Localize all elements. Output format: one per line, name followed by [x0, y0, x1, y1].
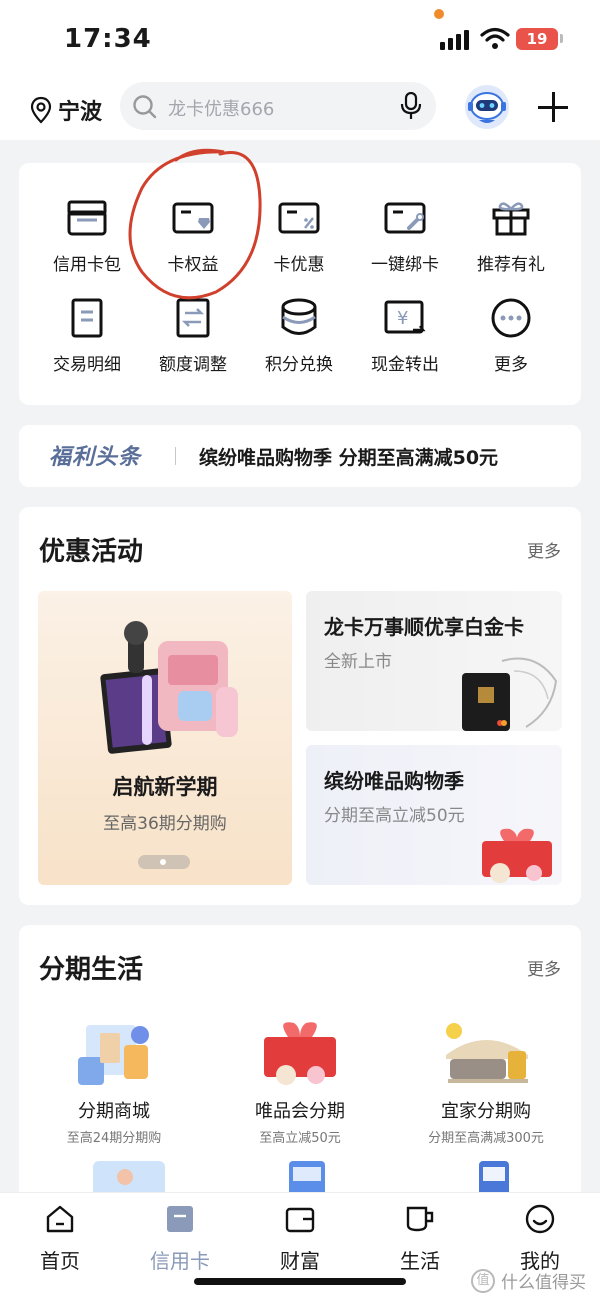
next-row-illustration: [479, 1161, 509, 1197]
more-icon: [491, 298, 531, 338]
promo-main-subtitle: 至高36期分期购: [103, 814, 227, 834]
mall-illustration: [78, 1025, 149, 1085]
promo-side-title-2: 缤纷唯品购物季: [324, 769, 464, 793]
card-bind-icon: [384, 202, 426, 234]
installment-item-sub: 分期至高满减300元: [428, 1131, 544, 1146]
installment-item-name: 分期商城: [78, 1101, 150, 1122]
city-label: 宁波: [58, 100, 103, 125]
grid-item-points[interactable]: 积分兑换: [246, 296, 352, 375]
promotions-more-link[interactable]: 更多: [527, 537, 561, 562]
location-pin-icon: [30, 96, 52, 124]
cellular-signal-icon: [440, 30, 470, 50]
transaction-detail-icon: [71, 298, 103, 338]
school-products-illustration: [100, 621, 238, 754]
next-row-illustration: [289, 1161, 325, 1197]
wifi-icon: [480, 27, 510, 49]
vip-gift-illustration: [264, 1022, 336, 1085]
watermark: 值 什么值得买: [471, 1268, 586, 1293]
welfare-headline-bar[interactable]: 福利头条 缤纷唯品购物季 分期至高满减50元: [19, 425, 581, 487]
installment-item-sub: 至高立减50元: [259, 1131, 341, 1146]
card-discount-icon: [278, 202, 320, 234]
top-header: 宁波 龙卡优惠666: [0, 80, 600, 140]
platinum-card-illustration: [462, 657, 558, 731]
promo-banner-semester[interactable]: 启航新学期 至高36期分期购: [38, 591, 292, 885]
installment-item-name: 唯品会分期: [255, 1101, 345, 1122]
points-exchange-icon: [281, 298, 317, 335]
battery-icon: 19: [516, 28, 558, 50]
grid-item-card-bind[interactable]: 一键绑卡: [352, 196, 458, 275]
installment-item-ikea[interactable]: 宜家分期购 分期至高满减300元: [401, 1015, 571, 1146]
gift-icon: [492, 202, 530, 236]
assistant-robot-icon[interactable]: [464, 84, 510, 130]
installment-section: 分期生活 更多 分期商城 至高24期分期购 唯品会分期 至高立减50元 宜家分期…: [19, 925, 581, 1225]
grid-item-transactions[interactable]: 交易明细: [34, 296, 140, 375]
home-indicator: [194, 1278, 406, 1285]
credit-card-icon: [167, 1206, 193, 1232]
installment-item-sub: 至高24期分期购: [66, 1131, 162, 1146]
headline-tag: 福利头条: [49, 445, 142, 470]
installment-title: 分期生活: [39, 955, 144, 985]
headline-text: 缤纷唯品购物季 分期至高满减50元: [199, 447, 499, 469]
promo-side-subtitle-2: 分期至高立减50元: [324, 806, 465, 826]
grid-item-referral[interactable]: 推荐有礼: [458, 196, 564, 275]
grid-item-card-wallet[interactable]: 信用卡包: [34, 196, 140, 275]
furniture-illustration: [446, 1023, 528, 1083]
tab-home[interactable]: 首页: [0, 1203, 120, 1274]
installment-item-vip[interactable]: 唯品会分期 至高立减50元: [215, 1015, 385, 1146]
status-time: 17:34: [64, 24, 152, 54]
home-icon: [46, 1205, 74, 1233]
grid-item-more[interactable]: 更多: [458, 296, 564, 375]
carousel-pager: [138, 855, 190, 869]
installment-item-name: 宜家分期购: [441, 1101, 531, 1122]
tab-life[interactable]: 生活: [360, 1203, 480, 1274]
watermark-text: 什么值得买: [501, 1273, 586, 1293]
tab-credit-card[interactable]: 信用卡: [120, 1203, 240, 1274]
limit-adjust-icon: [176, 298, 210, 338]
promo-side-subtitle-1: 全新上市: [324, 652, 392, 672]
grid-item-limit-adjust[interactable]: 额度调整: [140, 296, 246, 375]
installment-more-link[interactable]: 更多: [527, 955, 561, 980]
tab-mine[interactable]: 我的: [480, 1203, 600, 1274]
cup-icon: [406, 1206, 434, 1232]
microphone-icon[interactable]: [400, 92, 422, 120]
location-selector[interactable]: 宁波: [30, 90, 102, 130]
search-bar[interactable]: 龙卡优惠666: [120, 82, 436, 130]
promo-banner-vip-shopping[interactable]: 缤纷唯品购物季 分期至高立减50元: [306, 745, 562, 885]
search-placeholder: 龙卡优惠666: [168, 99, 275, 120]
promo-main-title: 启航新学期: [112, 775, 218, 799]
promo-banner-platinum-card[interactable]: 龙卡万事顺优享白金卡 全新上市: [306, 591, 562, 731]
promotions-title: 优惠活动: [39, 537, 144, 567]
watermark-logo-icon: 值: [471, 1268, 495, 1293]
tab-wealth[interactable]: 财富: [240, 1203, 360, 1274]
grid-item-card-discount[interactable]: 卡优惠: [246, 196, 352, 275]
quick-actions-card: 信用卡包 卡权益 卡优惠 一键绑卡 推荐有礼 交易明细 额度调整 积分兑换 ¥ …: [19, 163, 581, 405]
installment-item-mall[interactable]: 分期商城 至高24期分期购: [29, 1015, 199, 1146]
shopping-gift-illustration: [482, 828, 552, 883]
grid-item-cash-transfer[interactable]: ¥ 现金转出: [352, 296, 458, 375]
search-icon: [133, 95, 157, 119]
svg-text:¥: ¥: [397, 308, 408, 329]
cash-transfer-icon: ¥: [384, 300, 426, 334]
add-button[interactable]: [538, 92, 568, 122]
grid-item-card-benefit[interactable]: 卡权益: [140, 196, 246, 275]
status-bar: 17:34 19: [0, 0, 600, 80]
privacy-indicator-dot: [434, 9, 444, 19]
promo-side-title-1: 龙卡万事顺优享白金卡: [324, 615, 524, 639]
wallet-icon: [285, 1207, 315, 1233]
card-benefit-icon: [172, 202, 214, 234]
next-row-illustration: [93, 1161, 165, 1197]
smile-icon: [525, 1204, 555, 1234]
card-wallet-icon: [67, 200, 107, 236]
promotions-section: 优惠活动 更多 启航新学期 至高36期分期购 龙卡万事顺优享白金卡 全新上市 缤…: [19, 507, 581, 905]
